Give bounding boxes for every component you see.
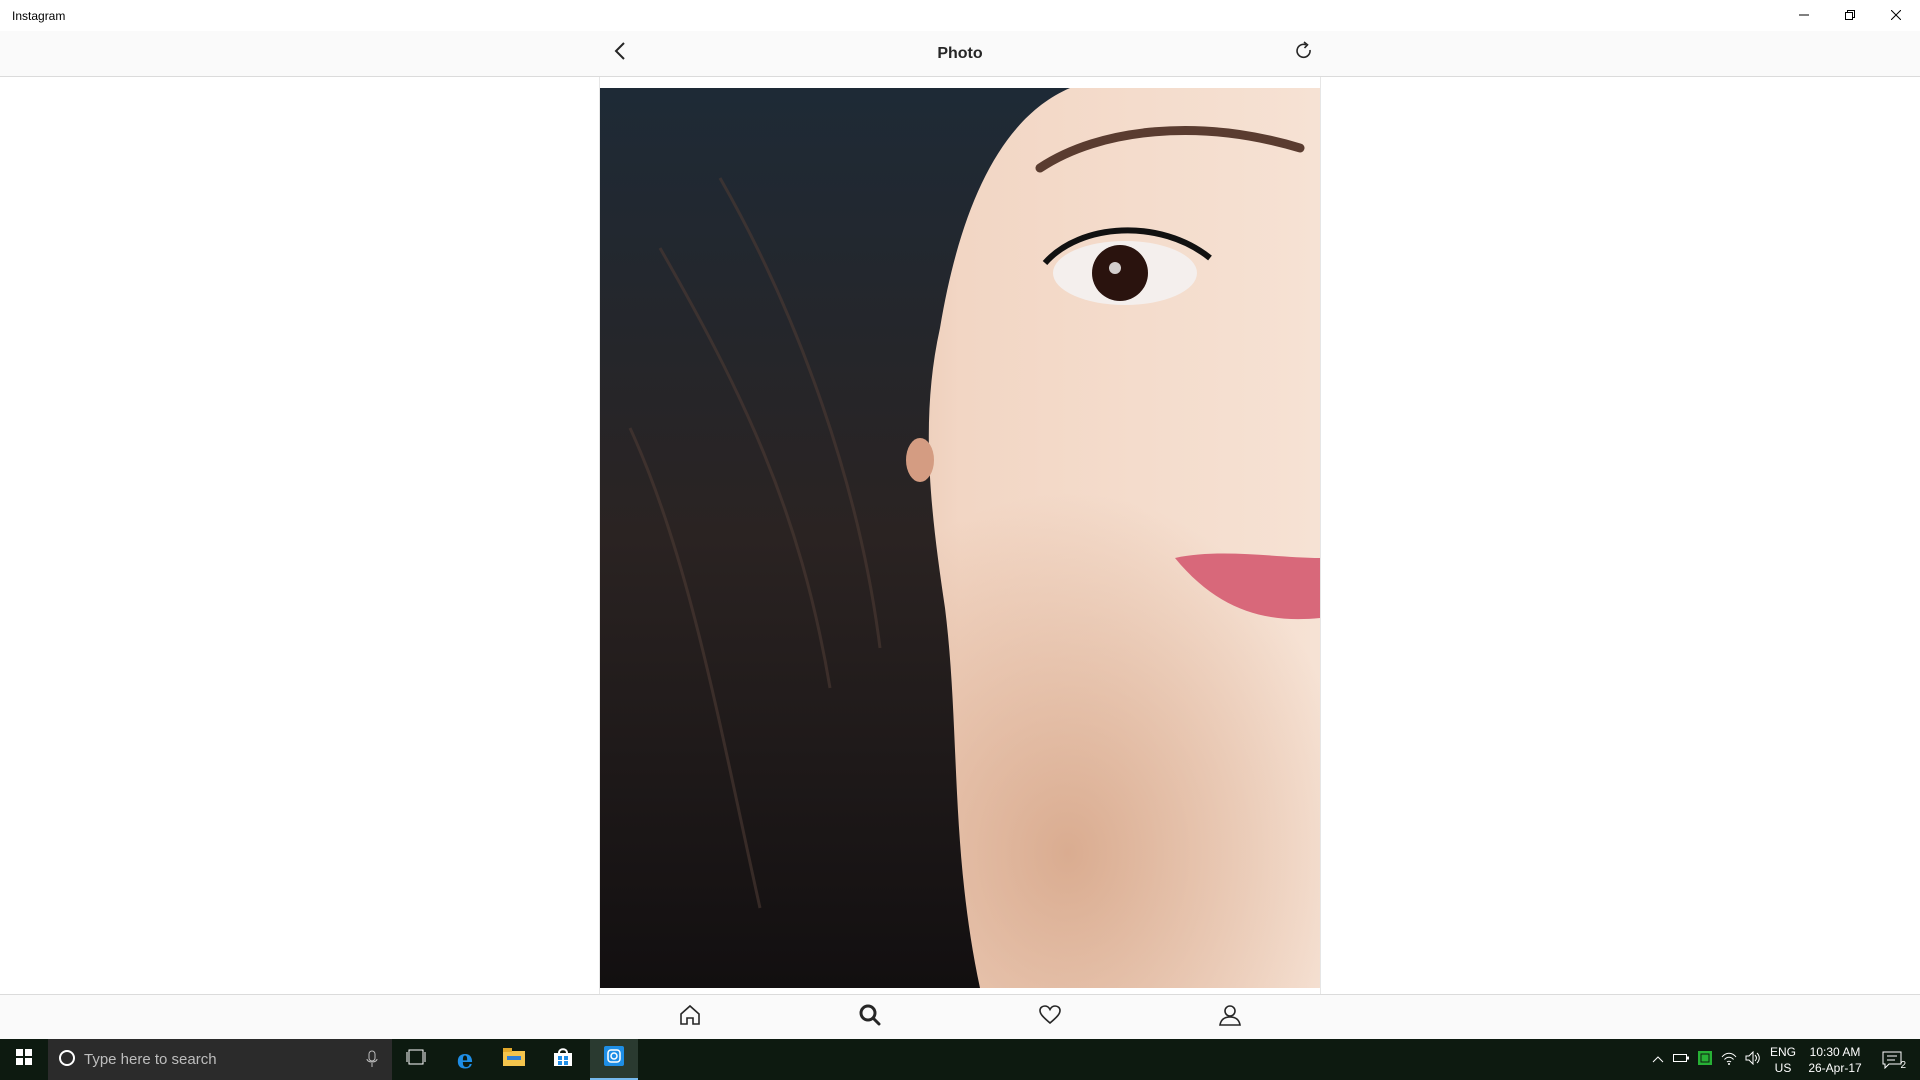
clock-date: 26-Apr-17: [1808, 1061, 1862, 1075]
photo-view: [0, 77, 1920, 994]
close-icon: [1890, 7, 1902, 25]
speaker-icon: [1745, 1050, 1761, 1068]
volume-button[interactable]: [1742, 1039, 1764, 1080]
language-indicator[interactable]: ENG US: [1766, 1044, 1800, 1076]
refresh-icon: [1294, 40, 1314, 66]
task-view-icon: [406, 1049, 426, 1070]
nav-activity[interactable]: [1020, 995, 1080, 1040]
minimize-button[interactable]: [1781, 0, 1827, 31]
file-explorer-button[interactable]: [490, 1039, 538, 1080]
nav-profile[interactable]: [1200, 995, 1260, 1040]
window-titlebar: Instagram: [0, 0, 1920, 31]
nav-search[interactable]: [840, 995, 900, 1040]
windows-taskbar: Type here to search e ENG US 10:30 AM 26…: [0, 1039, 1920, 1080]
refresh-button[interactable]: [1288, 37, 1320, 69]
store-icon: [553, 1047, 573, 1072]
microphone-icon[interactable]: [366, 1050, 378, 1073]
battery-icon: [1673, 1053, 1689, 1066]
page-title: Photo: [937, 45, 983, 62]
restore-icon: [1845, 7, 1855, 25]
clock-time: 10:30 AM: [1809, 1045, 1861, 1059]
region-code: US: [1774, 1061, 1792, 1075]
post-photo[interactable]: [600, 88, 1320, 988]
green-app-icon: [1698, 1051, 1712, 1068]
windows-logo-icon: [16, 1049, 32, 1070]
post-card: [599, 77, 1321, 994]
show-hidden-icons-button[interactable]: [1648, 1039, 1668, 1080]
app-tray-button[interactable]: [1694, 1039, 1716, 1080]
instagram-icon: [604, 1046, 624, 1071]
edge-button[interactable]: e: [441, 1039, 489, 1080]
person-icon: [1218, 1003, 1242, 1032]
start-button[interactable]: [0, 1039, 48, 1080]
instagram-taskbar-button[interactable]: [590, 1039, 638, 1080]
close-button[interactable]: [1873, 0, 1919, 31]
notification-icon: 2: [1882, 1051, 1906, 1071]
search-icon: [858, 1003, 882, 1032]
taskbar-search-box[interactable]: Type here to search: [48, 1039, 392, 1080]
network-button[interactable]: [1718, 1039, 1740, 1080]
store-button[interactable]: [539, 1039, 587, 1080]
wifi-icon: [1721, 1051, 1737, 1068]
language-code: ENG: [1769, 1045, 1796, 1059]
action-center-button[interactable]: 2: [1872, 1039, 1912, 1080]
notification-count: 2: [1900, 1059, 1906, 1071]
battery-button[interactable]: [1670, 1039, 1692, 1080]
bottom-navigation: [0, 994, 1920, 1040]
chevron-up-icon: [1652, 1054, 1664, 1066]
minimize-icon: [1799, 7, 1809, 25]
heart-icon: [1038, 1003, 1062, 1032]
cortana-icon: [59, 1050, 75, 1066]
restore-button[interactable]: [1827, 0, 1873, 31]
search-placeholder: Type here to search: [84, 1051, 217, 1068]
home-icon: [678, 1003, 702, 1032]
file-explorer-icon: [503, 1048, 525, 1071]
task-view-button[interactable]: [392, 1039, 440, 1080]
app-header: Photo: [0, 31, 1920, 77]
window-title: Instagram: [12, 9, 66, 23]
nav-home[interactable]: [660, 995, 720, 1040]
clock[interactable]: 10:30 AM 26-Apr-17: [1802, 1044, 1868, 1076]
edge-icon: e: [456, 1044, 474, 1075]
